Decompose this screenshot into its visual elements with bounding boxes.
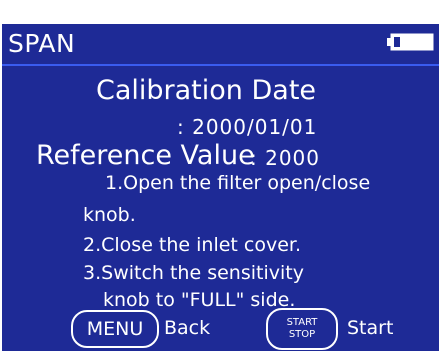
title-divider <box>2 64 439 66</box>
start-stop-line1: START <box>286 317 318 328</box>
reference-value: : 2000 <box>250 146 320 170</box>
battery-icon <box>387 33 434 51</box>
menu-button[interactable]: MENU <box>71 310 159 348</box>
back-label: Back <box>164 317 211 339</box>
instruction-line: 2.Close the inlet cover. <box>83 234 302 256</box>
device-screen: SPAN Calibration Date : 2000/01/01 Refer… <box>2 24 439 351</box>
instruction-line: 1.Open the filter open/close <box>105 172 371 194</box>
instruction-line: knob to "FULL" side. <box>103 289 296 311</box>
calibration-date-label: Calibration Date <box>96 75 317 106</box>
instruction-line: knob. <box>83 204 136 226</box>
screen-title: SPAN <box>8 29 76 58</box>
start-label: Start <box>347 317 394 339</box>
start-stop-button[interactable]: START STOP <box>266 308 338 350</box>
instruction-line: 3.Switch the sensitivity <box>83 262 304 284</box>
calibration-date-value: : 2000/01/01 <box>177 115 318 139</box>
start-stop-line2: STOP <box>288 329 316 340</box>
reference-value-label: Reference Value <box>36 140 255 171</box>
